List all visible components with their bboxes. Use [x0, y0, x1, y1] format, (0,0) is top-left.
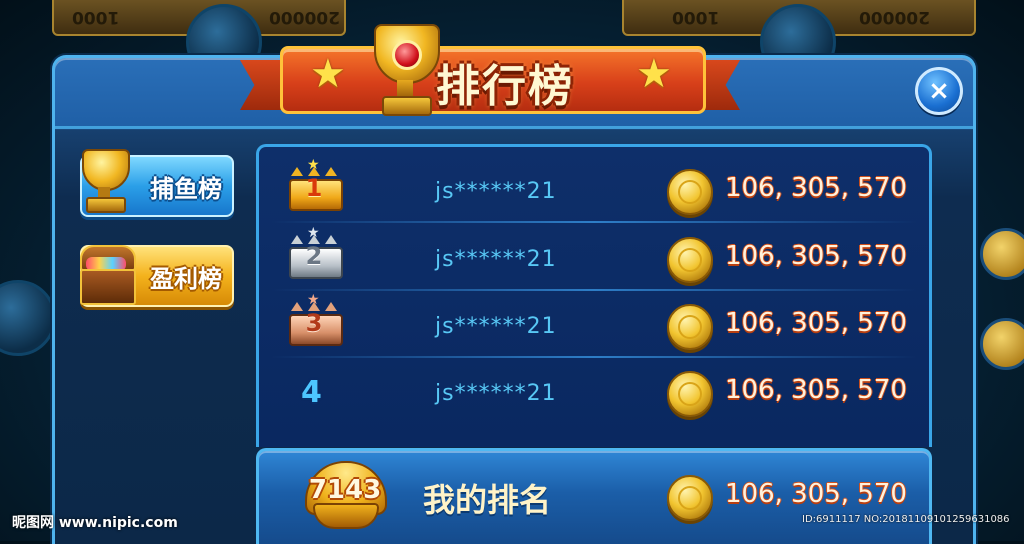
background-slot-right-text: 1000	[672, 7, 720, 27]
tab-fishing-ranking[interactable]: 捕鱼榜	[80, 149, 234, 217]
ruby-gem-icon	[392, 40, 422, 70]
player-score: 106, 305, 570	[725, 308, 907, 338]
title-ribbon: ★ ★ 排行榜	[240, 24, 740, 118]
row-divider	[271, 289, 917, 291]
my-score: 106, 305, 570	[725, 479, 907, 509]
player-score: 106, 305, 570	[725, 173, 907, 203]
gold-coin-icon	[667, 169, 713, 215]
silver-crown-icon: ★ 2	[289, 225, 343, 279]
background-cannon-side-left	[0, 280, 56, 356]
my-rank-bar: 7143 我的排名 106, 305, 570	[256, 448, 932, 544]
gold-coin-icon	[667, 475, 713, 521]
player-name: js******21	[435, 314, 557, 339]
gold-crown-icon: ★ 1	[289, 157, 343, 211]
trophy-icon	[76, 149, 134, 215]
tab-profit-ranking[interactable]: 盈利榜	[80, 245, 234, 307]
bronze-crown-icon: ★ 3	[289, 292, 343, 346]
tab-profit-ranking-label: 盈利榜	[150, 265, 222, 293]
panel-header-divider	[55, 126, 973, 129]
player-name: js******21	[435, 247, 557, 272]
close-icon: ×	[928, 76, 950, 106]
my-rank-number: 7143	[308, 475, 382, 505]
rank-number: 4	[301, 375, 322, 410]
row-divider	[271, 221, 917, 223]
gold-coin-icon	[667, 304, 713, 350]
my-rank-label: 我的排名	[423, 481, 552, 519]
gold-coin-icon	[667, 237, 713, 283]
watermark-left: 昵图网 www.nipic.com	[12, 515, 178, 531]
ranking-row[interactable]: ★ 2 js******21 106, 305, 570	[259, 225, 929, 291]
ranking-row[interactable]: ★ 3 js******21 106, 305, 570	[259, 292, 929, 358]
page-title: 排行榜	[436, 61, 574, 112]
background-coin-button-right-2	[980, 318, 1024, 370]
watermark-right: ID:6911117 NO:20181109101259631086	[802, 514, 1010, 525]
star-icon-right: ★	[636, 51, 672, 97]
background-coin-button-right-1	[980, 228, 1024, 280]
rank-number: 3	[305, 309, 323, 337]
player-name: js******21	[435, 179, 557, 204]
star-icon-left: ★	[310, 51, 346, 97]
player-name: js******21	[435, 381, 557, 406]
row-divider	[271, 356, 917, 358]
ranking-row[interactable]: ★ 1 js******21 106, 305, 570	[259, 157, 929, 223]
player-score: 106, 305, 570	[725, 375, 907, 405]
treasure-chest-icon	[76, 241, 136, 305]
ranking-list: ★ 1 js******21 106, 305, 570 ★ 2 js*****…	[256, 144, 932, 447]
player-score: 106, 305, 570	[725, 241, 907, 271]
background-slot-left-value: 200000	[269, 7, 341, 27]
tab-fishing-ranking-label: 捕鱼榜	[150, 175, 222, 203]
background-slot-right-value: 200000	[859, 7, 931, 27]
trophy-icon	[368, 24, 442, 120]
ranking-row[interactable]: 4 js******21 106, 305, 570	[259, 359, 929, 425]
gold-coin-icon	[667, 371, 713, 417]
rank-number: 2	[305, 242, 323, 270]
rank-number: 1	[305, 174, 323, 202]
close-button[interactable]: ×	[915, 67, 963, 115]
background-slot-left-text: 1000	[72, 7, 120, 27]
